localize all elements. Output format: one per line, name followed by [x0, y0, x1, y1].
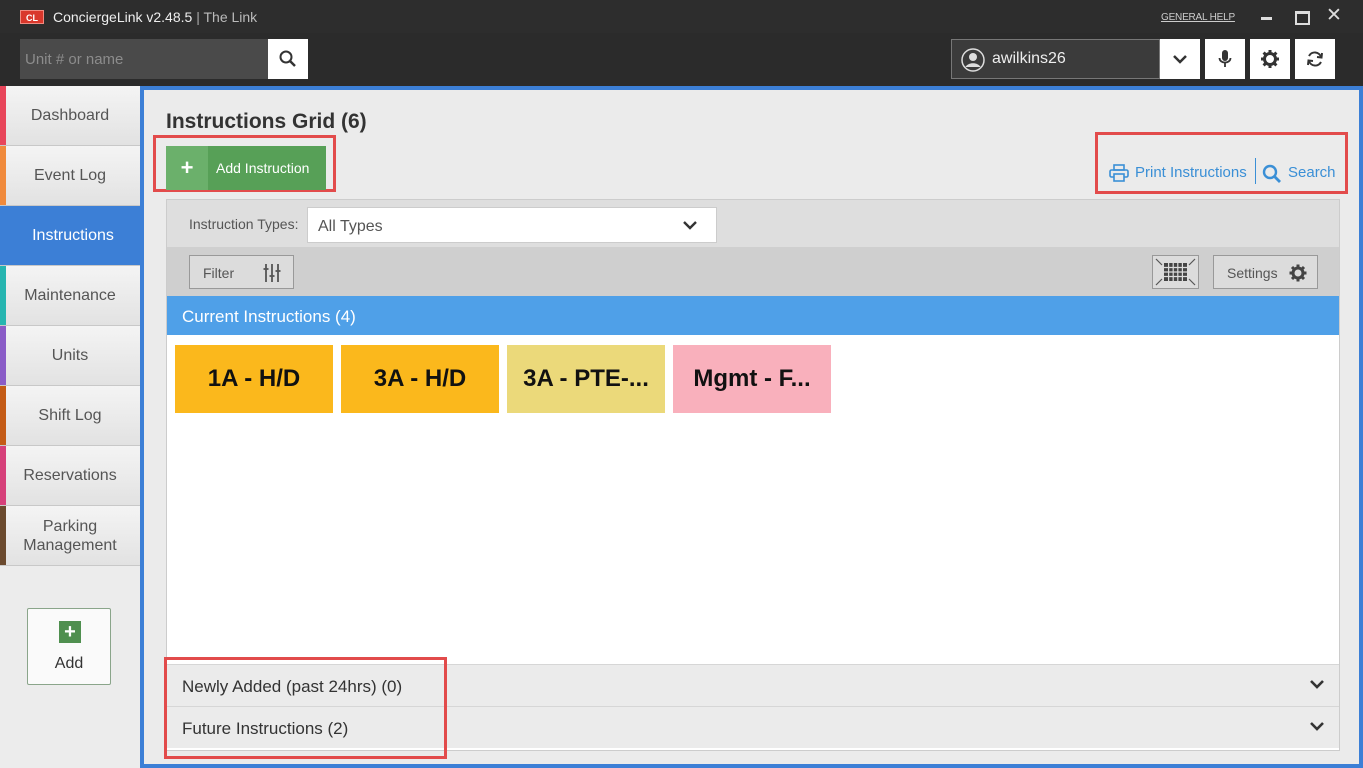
chevron-down-icon — [683, 221, 697, 230]
chevron-down-icon — [1310, 722, 1324, 731]
grid-settings-button[interactable]: Settings — [1213, 255, 1318, 289]
chevron-down-icon — [1310, 680, 1324, 689]
sidebar-item-event-log[interactable]: Event Log — [0, 146, 140, 206]
nav-color-stripe — [0, 86, 6, 145]
instruction-types-row: Instruction Types: All Types — [167, 200, 1339, 247]
plus-icon: + — [166, 146, 208, 190]
search-link-label: Search — [1288, 164, 1336, 181]
add-tile-label: Add — [54, 655, 84, 672]
printer-icon — [1109, 164, 1129, 182]
search-icon — [279, 50, 296, 67]
link-divider — [1255, 158, 1256, 184]
user-selector[interactable]: awilkins26 — [951, 39, 1160, 79]
grid-view-toggle[interactable] — [1152, 255, 1199, 289]
title-bar: CL ConciergeLink v2.48.5 | The Link GENE… — [0, 0, 1363, 33]
instruction-card[interactable]: Mgmt - F... — [673, 345, 831, 413]
filter-row: Filter Settings — [167, 247, 1339, 296]
chevron-down-icon — [1173, 55, 1187, 64]
current-instructions-label: Current Instructions (4) — [182, 307, 356, 326]
minimize-button[interactable] — [1257, 6, 1277, 26]
refresh-button[interactable] — [1295, 39, 1335, 79]
sidebar-item-reservations[interactable]: Reservations — [0, 446, 140, 506]
username: awilkins26 — [992, 50, 1066, 67]
sidebar-item-label: Dashboard — [30, 107, 110, 124]
microphone-button[interactable] — [1205, 39, 1245, 79]
sidebar-item-units[interactable]: Units — [0, 326, 140, 386]
nav-color-stripe — [0, 386, 6, 445]
unit-search-input[interactable] — [20, 39, 268, 79]
nav-color-stripe — [0, 506, 6, 565]
main-panel: Instructions Grid (6) + Add Instruction … — [140, 86, 1363, 768]
add-instruction-button[interactable]: + Add Instruction — [166, 146, 326, 190]
instruction-card[interactable]: 3A - PTE-... — [507, 345, 665, 413]
sidebar-item-label: Event Log — [33, 167, 107, 184]
sidebar-item-label: Units — [51, 347, 89, 364]
nav-color-stripe — [0, 326, 6, 385]
current-instructions-header[interactable]: Current Instructions (4) — [167, 296, 1339, 335]
instruction-types-value: All Types — [318, 218, 383, 235]
sliders-icon — [263, 264, 281, 282]
sidebar-item-dashboard[interactable]: Dashboard — [0, 86, 140, 146]
app-name: ConciergeLink v2.48.5 — [53, 9, 193, 25]
app-subtitle: The Link — [203, 9, 258, 25]
sidebar: Dashboard Event Log Instructions Mainten… — [0, 86, 158, 768]
add-instruction-label: Add Instruction — [216, 160, 310, 176]
microphone-icon — [1218, 50, 1232, 67]
settings-label: Settings — [1227, 265, 1278, 281]
general-help-link[interactable]: GENERAL HELP — [1161, 12, 1235, 23]
sidebar-item-label: Reservations — [23, 467, 117, 484]
highlight-box — [164, 657, 447, 759]
filter-button[interactable]: Filter — [189, 255, 294, 289]
sidebar-item-parking-management[interactable]: Parking Management — [0, 506, 140, 566]
maximize-button[interactable] — [1291, 6, 1311, 26]
filter-label: Filter — [203, 265, 235, 281]
user-dropdown-button[interactable] — [1160, 39, 1200, 79]
search-icon — [1262, 164, 1281, 183]
sidebar-item-maintenance[interactable]: Maintenance — [0, 266, 140, 326]
sidebar-item-label: Shift Log — [38, 407, 102, 424]
title-separator: | — [196, 9, 200, 25]
add-tile-button[interactable]: + Add — [27, 608, 111, 685]
user-avatar-icon — [961, 48, 985, 72]
app-logo: CL — [20, 10, 44, 24]
sidebar-item-label: Parking Management — [23, 517, 117, 554]
print-instructions-label: Print Instructions — [1135, 164, 1247, 181]
sidebar-item-label: Maintenance — [24, 287, 116, 304]
plus-icon: + — [59, 621, 81, 643]
nav-color-stripe — [0, 266, 6, 325]
sidebar-item-shift-log[interactable]: Shift Log — [0, 386, 140, 446]
nav-color-stripe — [0, 446, 6, 505]
refresh-icon — [1307, 51, 1323, 67]
gear-icon — [1289, 264, 1307, 282]
highlight-box — [1095, 132, 1348, 194]
nav-color-stripe — [0, 146, 6, 205]
page-title: Instructions Grid (6) — [166, 110, 367, 133]
instruction-card[interactable]: 1A - H/D — [175, 345, 333, 413]
instruction-types-select[interactable]: All Types — [307, 207, 717, 243]
app-title: ConciergeLink v2.48.5 | The Link — [53, 9, 257, 25]
search-button[interactable] — [268, 39, 308, 79]
sidebar-item-instructions[interactable]: Instructions — [0, 206, 158, 266]
close-button[interactable]: ✕ — [1324, 6, 1344, 26]
gear-icon — [1261, 50, 1279, 68]
toolbar: awilkins26 — [0, 33, 1363, 86]
instruction-card[interactable]: 3A - H/D — [341, 345, 499, 413]
instruction-types-label: Instruction Types: — [189, 216, 299, 232]
sidebar-item-label: Instructions — [32, 227, 114, 244]
settings-gear-button[interactable] — [1250, 39, 1290, 79]
grid-view-icon — [1155, 258, 1196, 286]
